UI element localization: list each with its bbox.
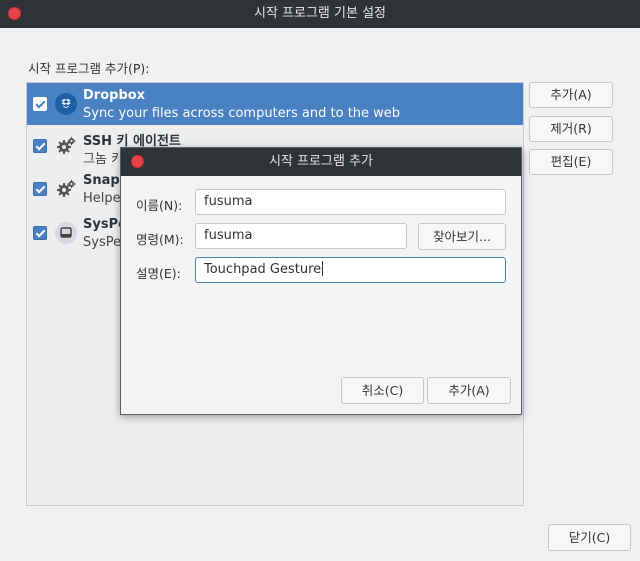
edit-button[interactable]: 편집(E) xyxy=(529,149,613,175)
app-description: 그놈 키 xyxy=(83,152,124,167)
cancel-button[interactable]: 취소(C) xyxy=(341,377,424,404)
close-button[interactable]: 닫기(C) xyxy=(548,524,631,551)
name-label: 이름(N): xyxy=(136,198,183,213)
add-button[interactable]: 추가(A) xyxy=(529,82,613,108)
enable-checkbox[interactable] xyxy=(33,97,47,111)
enable-checkbox[interactable] xyxy=(33,182,47,196)
command-field[interactable]: fusuma xyxy=(195,223,407,249)
gear-icon xyxy=(55,135,77,157)
comment-label: 설명(E): xyxy=(136,266,181,281)
gear-icon xyxy=(55,178,77,200)
dialog-title: 시작 프로그램 추가 xyxy=(269,154,373,169)
app-description: Sync your files across computers and to … xyxy=(83,106,401,121)
drive-icon xyxy=(55,222,77,244)
app-name: Dropbox xyxy=(83,88,146,103)
browse-button[interactable]: 찾아보기... xyxy=(418,223,506,250)
name-field[interactable]: fusuma xyxy=(195,189,506,215)
dialog-add-button[interactable]: 추가(A) xyxy=(427,377,511,404)
command-field-value: fusuma xyxy=(204,228,253,243)
startup-list-label: 시작 프로그램 추가(P): xyxy=(28,61,150,76)
add-startup-dialog: 시작 프로그램 추가 이름(N): fusuma 명령(M): fusuma 찾… xyxy=(120,147,522,415)
enable-checkbox[interactable] xyxy=(33,139,47,153)
comment-field-value: Touchpad Gesture xyxy=(204,262,322,277)
text-caret xyxy=(322,261,324,276)
command-label: 명령(M): xyxy=(136,232,184,247)
comment-field[interactable]: Touchpad Gesture xyxy=(195,257,506,283)
window-close-icon[interactable] xyxy=(8,7,21,20)
window-titlebar: 시작 프로그램 기본 설정 xyxy=(0,0,640,28)
dialog-close-icon[interactable] xyxy=(131,155,144,168)
name-field-value: fusuma xyxy=(204,194,253,209)
list-item[interactable]: Dropbox Sync your files across computers… xyxy=(27,83,523,125)
dialog-titlebar: 시작 프로그램 추가 xyxy=(121,148,521,176)
window-title: 시작 프로그램 기본 설정 xyxy=(254,6,386,21)
remove-button[interactable]: 제거(R) xyxy=(529,116,613,142)
app-name: Snap xyxy=(83,173,120,188)
dropbox-icon xyxy=(55,93,77,115)
enable-checkbox[interactable] xyxy=(33,226,47,240)
